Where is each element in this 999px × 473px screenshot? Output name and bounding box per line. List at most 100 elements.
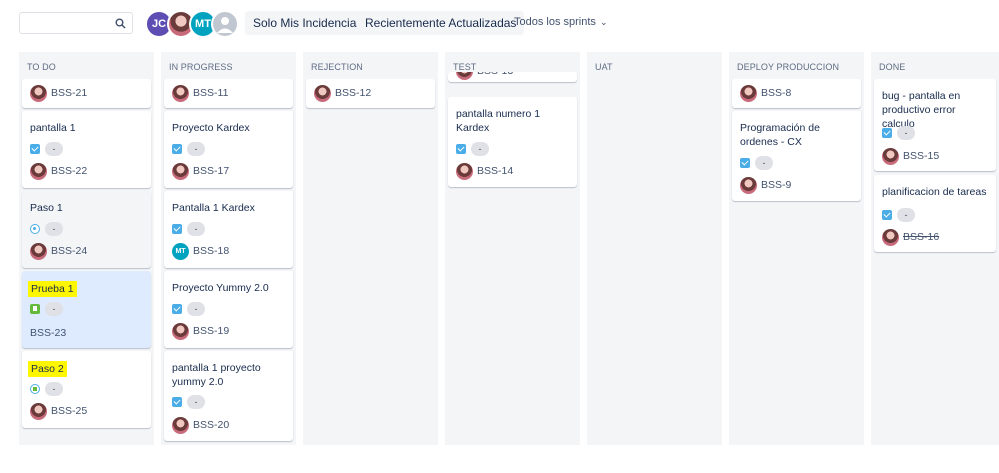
sprint-selector[interactable]: Todos los sprints ⌄ — [514, 16, 607, 28]
avatar — [456, 72, 473, 80]
task-icon — [172, 224, 182, 234]
estimate-badge: - — [897, 208, 915, 222]
estimate-badge: - — [897, 126, 915, 140]
issue-key: BSS-12 — [335, 87, 372, 99]
issue-card[interactable]: planificacion de tareas - BSS-16 — [874, 175, 996, 252]
issue-key: BSS-22 — [51, 165, 88, 177]
column-uat: UAT — [587, 52, 722, 445]
search-input[interactable] — [19, 12, 133, 34]
issue-card[interactable]: Pantalla 1 Kardex - MT BSS-18 — [164, 191, 293, 268]
avatar — [882, 148, 899, 165]
avatar — [314, 85, 331, 102]
search-icon — [115, 18, 126, 29]
issue-key: BSS-16 — [903, 231, 940, 243]
column-title: REJECTION — [311, 62, 363, 72]
issue-key: BSS-15 — [903, 150, 940, 162]
column-title: IN PROGRESS — [169, 62, 233, 72]
issue-card[interactable]: BSS-13 — [448, 72, 577, 82]
column-todo: TO DO BSS-21 pantalla 1 - BSS-22 Paso 1 … — [19, 52, 154, 445]
subtask-icon — [30, 224, 40, 234]
estimate-badge: - — [471, 142, 489, 156]
issue-key: BSS-19 — [193, 325, 230, 337]
avatar — [882, 229, 899, 246]
task-icon — [740, 158, 750, 168]
issue-summary: pantalla 1 proyecto yummy 2.0 — [172, 362, 261, 388]
issue-summary: Proyecto Kardex — [172, 122, 250, 134]
avatar — [172, 163, 189, 180]
user-icon — [217, 17, 233, 33]
issue-key: BSS-23 — [30, 327, 67, 339]
issue-key: BSS-17 — [193, 165, 230, 177]
task-icon — [172, 304, 182, 314]
issue-key: BSS-21 — [51, 87, 88, 99]
issue-card[interactable]: BSS-11 — [164, 79, 293, 108]
chevron-down-icon: ⌄ — [599, 17, 608, 27]
issue-key: BSS-9 — [761, 179, 792, 191]
issue-card[interactable]: Paso 2 - BSS-25 — [22, 351, 151, 428]
issue-card[interactable]: BSS-8 — [732, 79, 861, 108]
estimate-badge: - — [755, 156, 773, 170]
issue-card[interactable]: BSS-12 — [306, 79, 435, 108]
column-title: DONE — [879, 62, 906, 72]
issue-card[interactable]: Proyecto Yummy 2.0 - BSS-19 — [164, 271, 293, 348]
issue-card[interactable]: Paso 1 - BSS-24 — [22, 191, 151, 268]
filter-only-my-issues-button[interactable]: Solo Mis Incidencias — [245, 11, 371, 35]
issue-summary: Prueba 1 — [28, 281, 77, 297]
issue-card[interactable]: Proyecto Kardex - BSS-17 — [164, 111, 293, 188]
column-title: UAT — [595, 62, 613, 72]
issue-key: BSS-18 — [193, 245, 230, 257]
column-in-progress: IN PROGRESS BSS-11 Proyecto Kardex - BSS… — [161, 52, 296, 445]
issue-summary: Paso 2 — [28, 361, 67, 377]
issue-key: BSS-25 — [51, 405, 88, 417]
issue-card[interactable]: pantalla numero 1 Kardex - BSS-14 — [448, 97, 577, 187]
avatar — [30, 403, 47, 420]
avatar — [172, 417, 189, 434]
issue-key: BSS-24 — [51, 245, 88, 257]
estimate-badge: - — [45, 302, 63, 316]
issue-key: BSS-11 — [193, 87, 229, 99]
column-title: TO DO — [27, 62, 56, 72]
avatar — [172, 323, 189, 340]
avatar[interactable] — [211, 10, 239, 38]
issue-summary: bug - pantalla en productivo error calcu… — [882, 90, 961, 130]
issue-key: BSS-14 — [477, 165, 514, 177]
estimate-badge: - — [45, 382, 63, 396]
task-icon — [456, 144, 466, 154]
issue-card[interactable]: pantalla 1 - BSS-22 — [22, 111, 151, 188]
issue-card[interactable]: BSS-21 — [22, 79, 151, 108]
issue-key: BSS-13 — [477, 72, 513, 77]
estimate-badge: - — [45, 222, 63, 236]
issue-card[interactable]: Programación de ordenes - CX - BSS-9 — [732, 111, 861, 201]
avatar — [740, 85, 757, 102]
avatar — [740, 177, 757, 194]
avatar — [30, 163, 47, 180]
issue-summary: Paso 1 — [30, 202, 63, 214]
avatar: MT — [172, 243, 189, 260]
column-test: TEST BSS-13 pantalla numero 1 Kardex - B… — [445, 52, 580, 445]
task-icon — [882, 210, 892, 220]
avatar — [456, 163, 473, 180]
issue-summary: Programación de ordenes - CX — [740, 122, 820, 148]
issue-summary: Proyecto Yummy 2.0 — [172, 282, 269, 294]
sprint-selector-label: Todos los sprints — [514, 16, 596, 28]
task-icon — [172, 397, 182, 407]
issue-card[interactable]: bug - pantalla en productivo error calcu… — [874, 79, 996, 171]
issue-summary: Pantalla 1 Kardex — [172, 202, 255, 214]
issue-key: BSS-8 — [761, 87, 792, 99]
subtask-icon — [30, 384, 40, 394]
avatar — [172, 85, 189, 102]
column-title: TEST — [453, 62, 477, 72]
estimate-badge: - — [187, 222, 205, 236]
issue-key: BSS-20 — [193, 419, 230, 431]
issue-card[interactable]: Prueba 1 - BSS-23 — [22, 271, 151, 348]
issue-card[interactable]: pantalla 1 proyecto yummy 2.0 - BSS-20 — [164, 351, 293, 441]
filter-recently-updated-button[interactable]: Recientemente Actualizadas — [357, 11, 525, 35]
task-icon — [30, 144, 40, 154]
estimate-badge: - — [187, 302, 205, 316]
column-rejection: REJECTION BSS-12 — [303, 52, 438, 445]
task-icon — [172, 144, 182, 154]
column-title: DEPLOY PRODUCCION — [737, 62, 840, 72]
column-done: DONE bug - pantalla en productivo error … — [871, 52, 999, 445]
avatar — [30, 85, 47, 102]
estimate-badge: - — [187, 395, 205, 409]
